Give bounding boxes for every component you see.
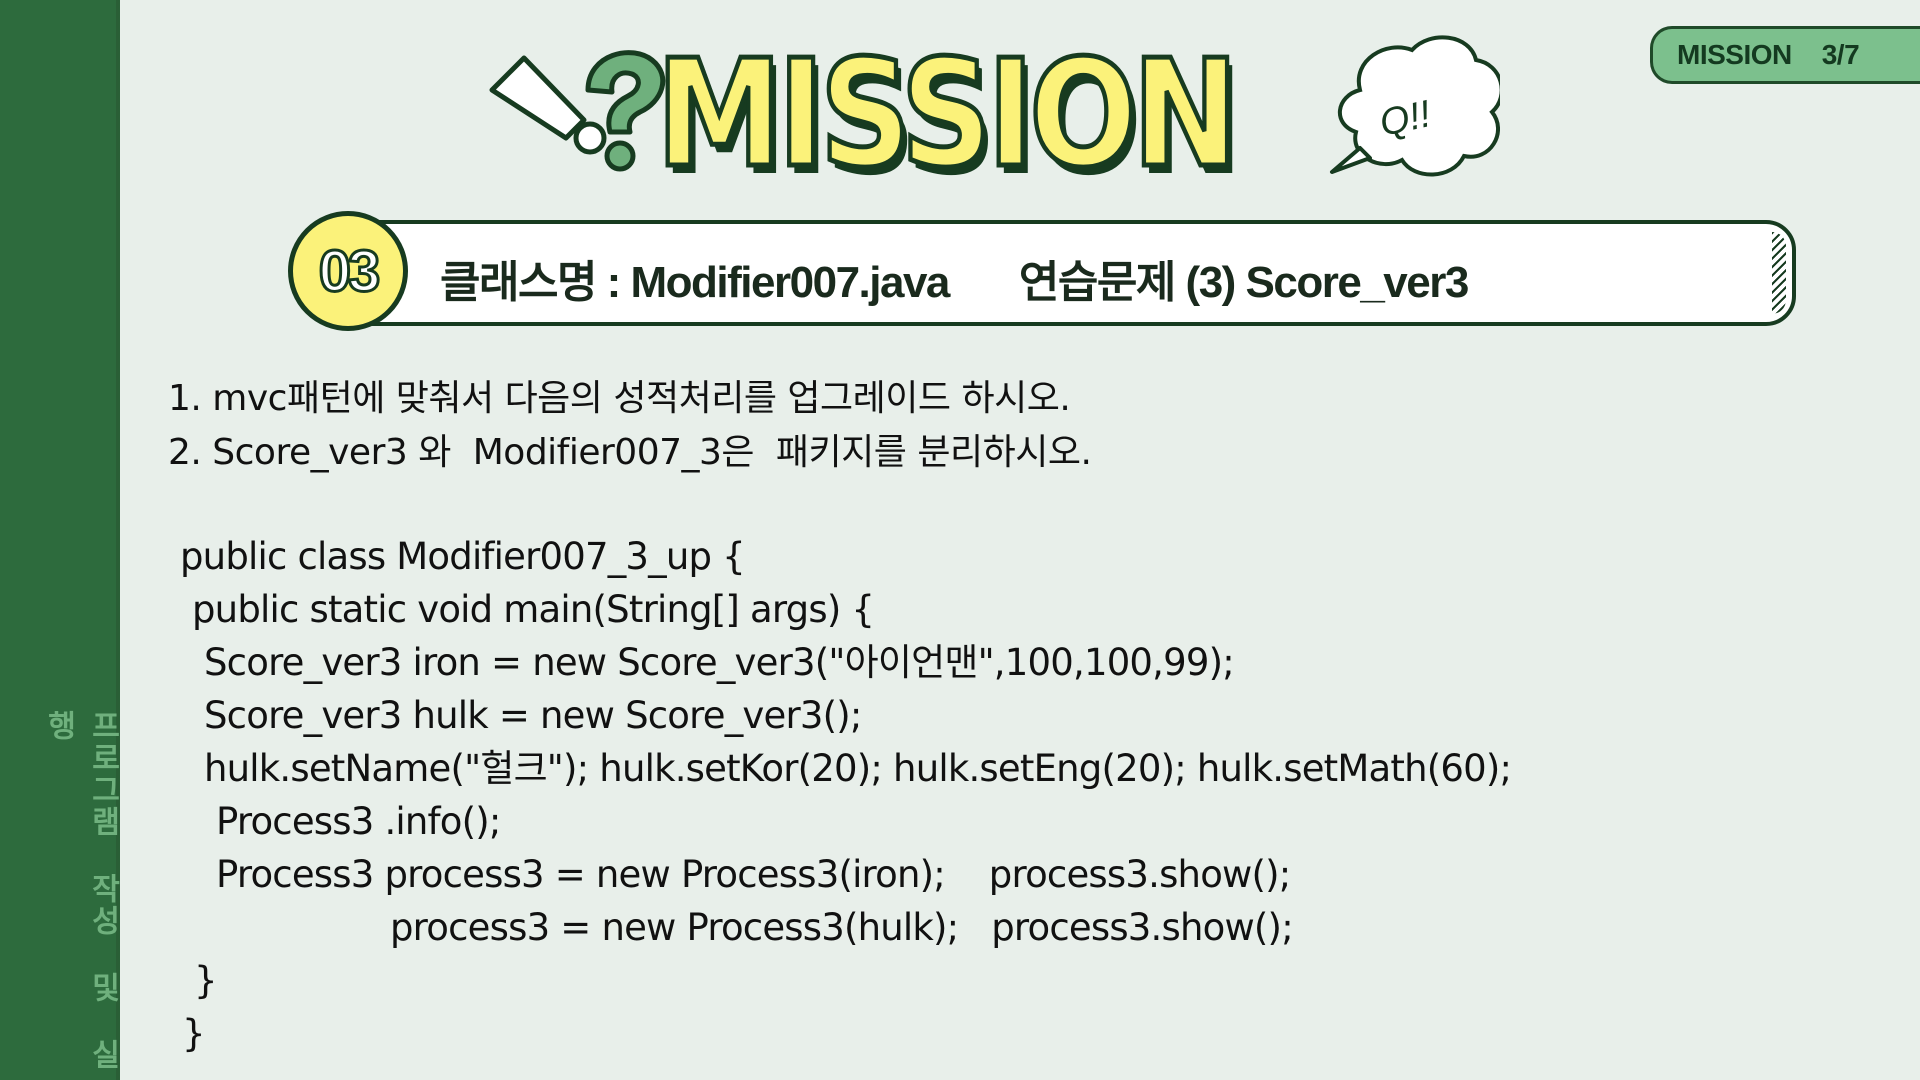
problem-title: 연습문제 (3) Score_ver3 [1018, 258, 1469, 307]
mission-progress-tab: MISSION 3/7 [1650, 26, 1920, 84]
code-line: Score_ver3 iron = new Score_ver3("아이언맨",… [204, 641, 1235, 684]
exclamation-icon [489, 55, 607, 155]
code-line: process3 = new Process3(hulk); process3.… [390, 906, 1294, 949]
instructions: 1. mvc패턴에 맞춰서 다음의 성적처리를 업그레이드 하시오. 2. Sc… [168, 372, 1092, 480]
mission-tab-label: MISSION [1677, 39, 1792, 70]
code-line: Process3 .info(); [216, 800, 501, 843]
instruction-line: 1. mvc패턴에 맞춰서 다음의 성적처리를 업그레이드 하시오. [168, 378, 1071, 419]
code-line: public static void main(String[] args) { [192, 588, 875, 631]
bar-stripe-decoration [1772, 232, 1786, 314]
code-line: hulk.setName("헐크"); hulk.setKor(20); hul… [204, 747, 1512, 790]
code-line: } [194, 959, 218, 1002]
code-line: Score_ver3 hulk = new Score_ver3(); [204, 694, 862, 737]
instruction-line: 2. Score_ver3 와 Modifier007_3은 패키지를 분리하시… [168, 432, 1092, 473]
mission-tab-progress: 3/7 [1821, 39, 1860, 70]
code-line: public class Modifier007_3_up { [180, 535, 746, 578]
class-info-text: 클래스명 : Modifier007.java 연습문제 (3) Score_ve… [440, 246, 1469, 310]
class-name: 클래스명 : Modifier007.java [440, 258, 950, 307]
class-info-bar: 클래스명 : Modifier007.java 연습문제 (3) Score_ve… [340, 220, 1796, 326]
sidebar: 프로그램 작성 및 실행 [0, 0, 120, 1080]
exercise-number-badge: 03 [288, 211, 408, 331]
mission-banner: MISSION Q!! [480, 20, 1500, 220]
code-line: } [182, 1012, 206, 1055]
sidebar-label: 프로그램 작성 및 실행 [42, 710, 119, 1071]
mission-title: MISSION [654, 28, 1241, 200]
code-line: Process3 process3 = new Process3(iron); … [216, 853, 1291, 896]
